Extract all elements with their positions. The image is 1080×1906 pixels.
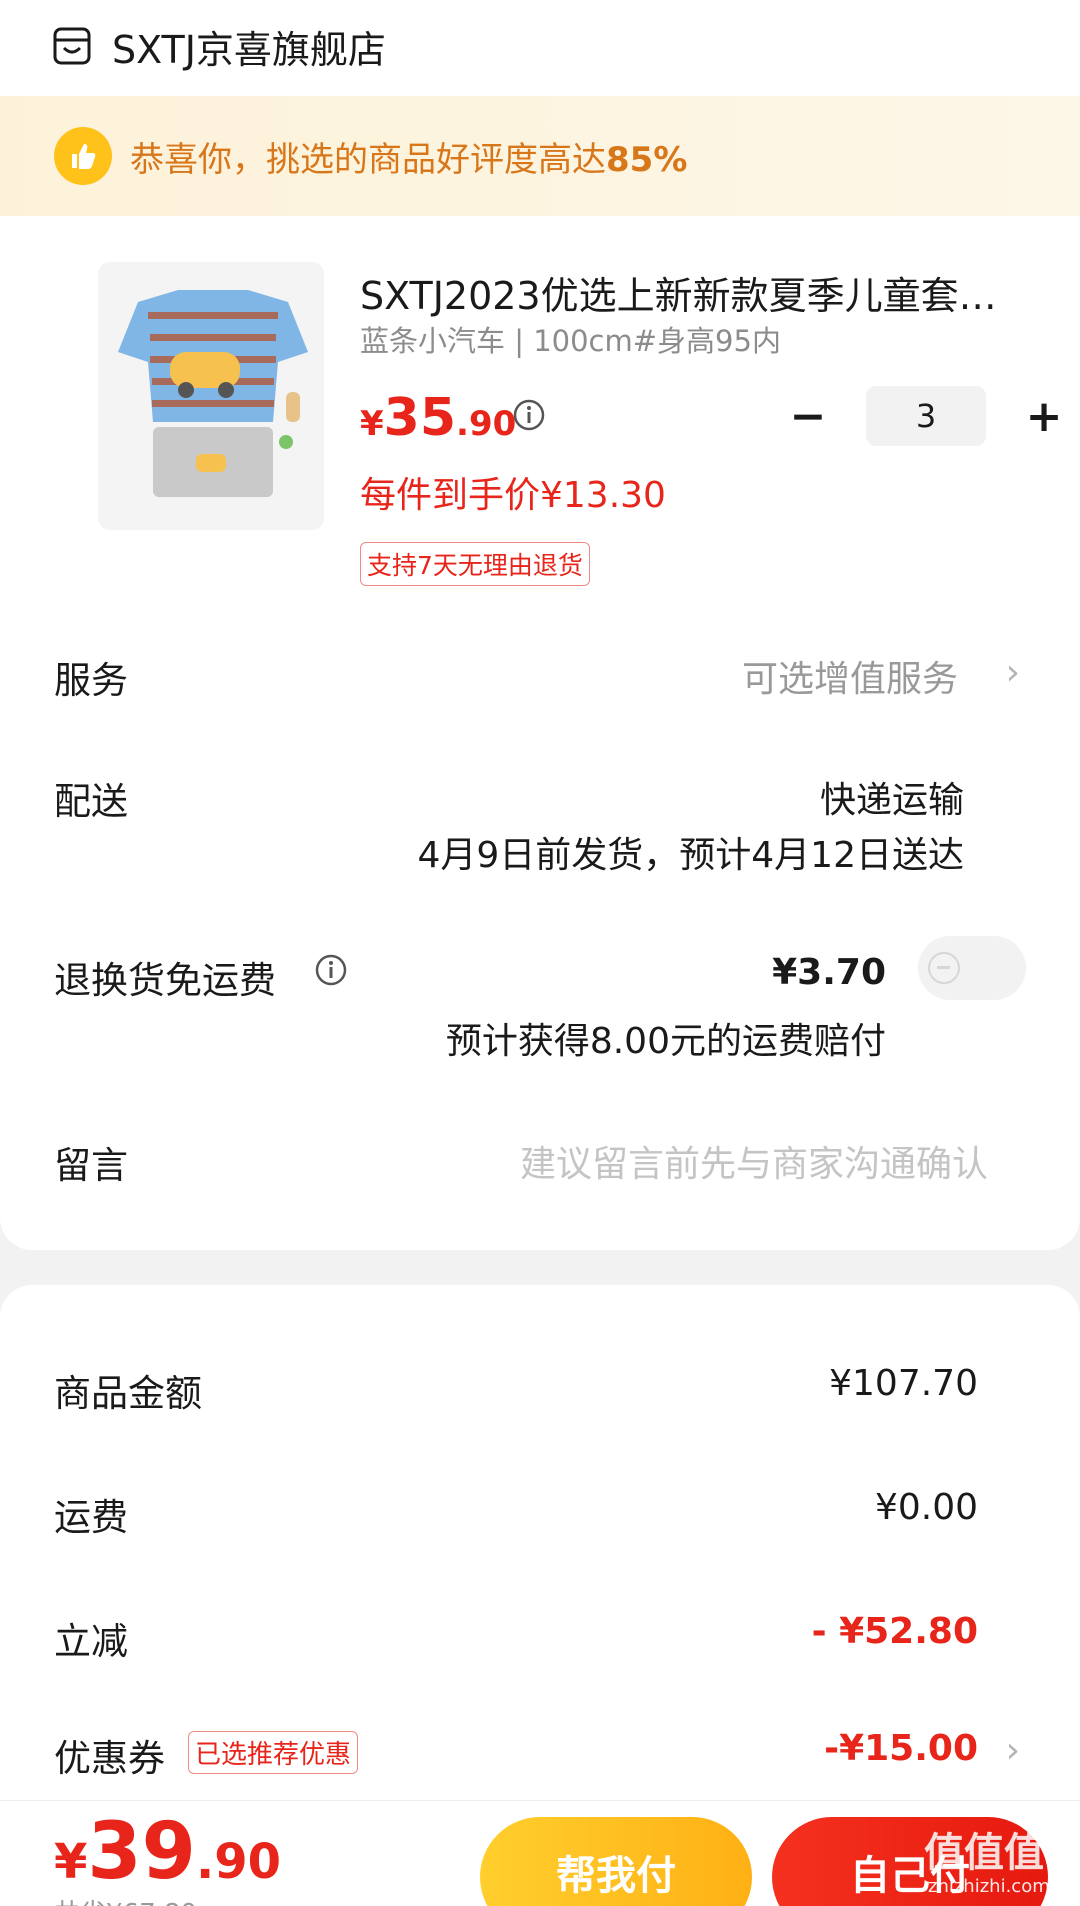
message-input[interactable]: 建议留言前先与商家沟通确认: [520, 1135, 988, 1187]
total-currency: ¥: [54, 1834, 88, 1890]
total-price: ¥ 39 .90: [54, 1807, 281, 1897]
total-integer: 39: [87, 1807, 196, 1897]
chevron-right-icon[interactable]: ›: [1006, 1730, 1020, 1771]
coupon-value[interactable]: -¥15.00: [824, 1728, 978, 1769]
coupon-badge: 已选推荐优惠: [188, 1731, 359, 1774]
checkout-bar: ¥ 39 .90 共省¥67.80 帮我付 自己付: [0, 1800, 1080, 1906]
goods-amount-label: 商品金额: [54, 1372, 202, 1415]
store-name: SXTJ京喜旗舰店: [112, 27, 386, 72]
product-price: ¥ 35 .90: [360, 388, 516, 448]
delivery-method[interactable]: 快递运输: [820, 771, 964, 823]
service-label: 服务: [54, 659, 128, 702]
delivery-eta: 4月9日前发货，预计4月12日送达: [417, 835, 964, 876]
return-shipping-toggle[interactable]: [918, 936, 1026, 1000]
delivery-label: 配送: [54, 780, 128, 823]
return-shipping-note: 预计获得8.00元的运费赔付: [445, 1021, 886, 1062]
store-header[interactable]: SXTJ京喜旗舰店: [52, 14, 386, 78]
return-shipping-price: ¥3.70: [772, 952, 886, 993]
goods-amount-value: ¥107.70: [829, 1363, 978, 1404]
product-image[interactable]: [98, 262, 324, 530]
quantity-input[interactable]: 3: [866, 386, 986, 446]
chevron-right-icon[interactable]: ›: [1006, 652, 1020, 693]
toggle-knob: [928, 952, 960, 984]
coupon-label: 优惠券: [54, 1737, 165, 1780]
minus-button[interactable]: −: [786, 391, 830, 442]
return-shipping-label: 退换货免运费: [54, 959, 276, 1002]
price-integer: 35: [383, 388, 457, 448]
order-card: SXTJ京喜旗舰店 恭喜你，挑选的商品好评度高达85% SXTJ2023优选上新…: [0, 0, 1080, 1250]
help-me-pay-button[interactable]: 帮我付: [480, 1817, 752, 1906]
message-label: 留言: [54, 1144, 128, 1187]
service-value[interactable]: 可选增值服务: [742, 650, 958, 702]
banner-text: 恭喜你，挑选的商品好评度高达: [130, 139, 606, 180]
freight-label: 运费: [54, 1496, 128, 1539]
savings-text: 共省¥67.80: [54, 1893, 197, 1906]
store-icon: [53, 27, 91, 65]
plus-button[interactable]: +: [1022, 391, 1066, 442]
discount-label: 立减: [54, 1620, 128, 1663]
thumbs-up-icon: [54, 127, 112, 185]
unit-price: 每件到手价¥13.30: [360, 475, 666, 516]
rating-banner: 恭喜你，挑选的商品好评度高达85%: [0, 96, 1080, 216]
product-title[interactable]: SXTJ2023优选上新新款夏季儿童套…: [360, 265, 1020, 320]
discount-value: - ¥52.80: [811, 1611, 978, 1652]
price-decimal: .90: [456, 404, 517, 444]
info-icon[interactable]: [512, 398, 546, 432]
watermark-url: zhizhizhi.com: [928, 1876, 1050, 1897]
info-icon[interactable]: [314, 953, 348, 987]
freight-value: ¥0.00: [874, 1487, 978, 1528]
total-decimal: .90: [195, 1834, 281, 1890]
watermark-logo: 值值值: [924, 1830, 1044, 1876]
quantity-stepper: − 3 +: [786, 386, 1066, 446]
product-spec[interactable]: 蓝条小汽车 | 100cm#身高95内: [360, 318, 781, 360]
return-policy-badge: 支持7天无理由退货: [360, 542, 590, 586]
price-currency: ¥: [360, 404, 384, 444]
banner-rate: 85%: [606, 139, 688, 180]
